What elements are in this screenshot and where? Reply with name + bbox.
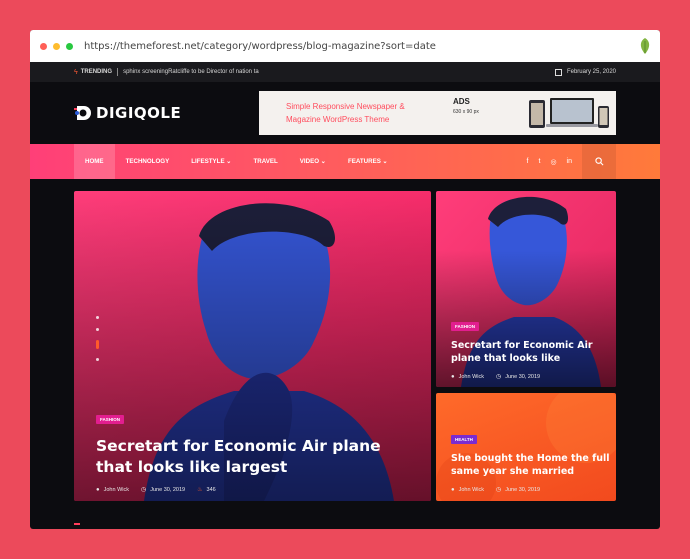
url-text[interactable]: https://themeforest.net/category/wordpre… [84, 41, 436, 52]
instagram-icon[interactable]: ◎ [550, 158, 556, 166]
ad-size: 630 x 90 px [453, 109, 479, 115]
devices-illustration [529, 98, 609, 128]
ad-line-2: Magazine WordPress Theme [286, 115, 390, 124]
nav-item-label: HOME [85, 158, 104, 165]
nav-item-home[interactable]: HOME [74, 144, 115, 179]
nav-item-label: FEATURES ⌄ [347, 158, 388, 165]
calendar-icon [554, 68, 562, 76]
minimize-window-dot[interactable] [53, 42, 60, 50]
flame-icon: ♨ [197, 487, 203, 493]
post-date: ◷ June 30, 2019 [496, 373, 541, 381]
side-post-1[interactable]: FASHION Secretart for Economic Air plane… [436, 191, 616, 387]
hero-post[interactable]: FASHION Secretart for Economic Air plane… [74, 191, 431, 501]
linkedin-icon[interactable]: in [567, 158, 572, 165]
trending-label: TRENDING [80, 69, 113, 75]
close-window-dot[interactable] [40, 42, 47, 50]
trending-headline[interactable]: sphinx screeningRatcliffe to be Director… [123, 69, 259, 75]
site-header: DIGIQOLE Simple Responsive Newspaper & M… [30, 82, 660, 144]
card-title[interactable]: She bought the Home the full same year s… [451, 452, 611, 478]
user-icon: ● [451, 486, 455, 493]
ad-banner[interactable]: Simple Responsive Newspaper & Magazine W… [259, 91, 616, 135]
ad-line-1: Simple Responsive Newspaper & [286, 102, 405, 111]
section-accent-line [74, 523, 80, 525]
browser-window: https://themeforest.net/category/wordpre… [30, 30, 660, 529]
card-caption: HEALTH She bought the Home the full same… [451, 428, 611, 493]
ad-label: ADS [453, 97, 470, 106]
current-date: February 25, 2020 [554, 68, 616, 76]
nav-item-label: TECHNOLOGY [125, 158, 170, 165]
slider-dot-active[interactable] [96, 340, 99, 349]
category-badge[interactable]: FASHION [96, 415, 125, 424]
leaf-icon [640, 38, 650, 54]
author-name: John Wick [458, 486, 484, 493]
logo-text: DIGIQOLE [96, 104, 182, 122]
author[interactable]: ● John Wick [451, 487, 484, 493]
hero-title[interactable]: Secretart for Economic Air plane that lo… [96, 436, 406, 478]
category-badge[interactable]: FASHION [451, 322, 480, 331]
nav-item-lifestyle[interactable]: LIFESTYLE ⌄ [180, 144, 242, 179]
user-icon: ● [451, 373, 455, 380]
post-meta: ● John Wick ◷ June 30, 2019 [451, 373, 611, 381]
nav-item-technology[interactable]: TECHNOLOGY [115, 144, 181, 179]
top-bar: ϟ TRENDING sphinx screeningRatcliffe to … [30, 62, 660, 82]
author[interactable]: ● John Wick [451, 374, 484, 380]
bolt-icon: ϟ [74, 68, 78, 76]
date-text: June 30, 2019 [505, 486, 541, 493]
author[interactable]: ● John Wick [96, 487, 129, 493]
slider-pagination [96, 316, 99, 370]
slider-dot[interactable] [96, 358, 99, 361]
nav-item-travel[interactable]: TRAVEL [242, 144, 288, 179]
maximize-window-dot[interactable] [66, 42, 73, 50]
nav-item-video[interactable]: VIDEO ⌄ [289, 144, 337, 179]
facebook-icon[interactable]: f [527, 158, 529, 165]
nav-item-label: VIDEO ⌄ [299, 158, 326, 165]
post-date: ◷ June 30, 2019 [496, 486, 541, 494]
card-title[interactable]: Secretart for Economic Air plane that lo… [451, 339, 611, 365]
author-name: John Wick [458, 373, 484, 380]
nav-item-label: LIFESTYLE ⌄ [191, 158, 232, 165]
search-button[interactable] [582, 144, 616, 179]
featured-section: FASHION Secretart for Economic Air plane… [30, 179, 660, 529]
views-text: 346 [206, 486, 216, 493]
clock-icon: ◷ [141, 487, 147, 493]
site-logo[interactable]: DIGIQOLE [74, 103, 181, 123]
trending-ticker: ϟ TRENDING sphinx screeningRatcliffe to … [74, 68, 259, 76]
browser-address-bar: https://themeforest.net/category/wordpre… [30, 30, 660, 62]
logo-mark-icon [74, 106, 91, 120]
category-badge[interactable]: HEALTH [451, 435, 477, 444]
clock-icon: ◷ [496, 374, 502, 380]
view-count: ♨ 346 [197, 486, 216, 494]
user-icon: ● [96, 486, 100, 493]
slider-dot[interactable] [96, 316, 99, 319]
author-name: John Wick [103, 486, 129, 493]
main-navigation: HOME TECHNOLOGY LIFESTYLE ⌄ TRAVEL VIDEO… [30, 144, 660, 179]
post-meta: ● John Wick ◷ June 30, 2019 ♨ 346 [96, 486, 406, 494]
date-text: June 30, 2019 [150, 486, 186, 493]
hero-caption: FASHION Secretart for Economic Air plane… [96, 408, 406, 493]
side-post-2[interactable]: HEALTH She bought the Home the full same… [436, 393, 616, 501]
slider-dot[interactable] [96, 328, 99, 331]
date-text: June 30, 2019 [505, 373, 541, 380]
card-caption: FASHION Secretart for Economic Air plane… [451, 315, 611, 380]
nav-item-label: TRAVEL [253, 158, 278, 165]
social-links: f t ◎ in [527, 144, 582, 179]
date-text: February 25, 2020 [566, 69, 616, 75]
ad-headline: Simple Responsive Newspaper & Magazine W… [286, 100, 405, 126]
clock-icon: ◷ [496, 487, 502, 493]
post-date: ◷ June 30, 2019 [141, 486, 186, 494]
nav-item-features[interactable]: FEATURES ⌄ [337, 144, 399, 179]
search-icon [594, 157, 603, 166]
twitter-icon[interactable]: t [538, 158, 540, 165]
post-meta: ● John Wick ◷ June 30, 2019 [451, 486, 611, 494]
divider [117, 68, 119, 76]
